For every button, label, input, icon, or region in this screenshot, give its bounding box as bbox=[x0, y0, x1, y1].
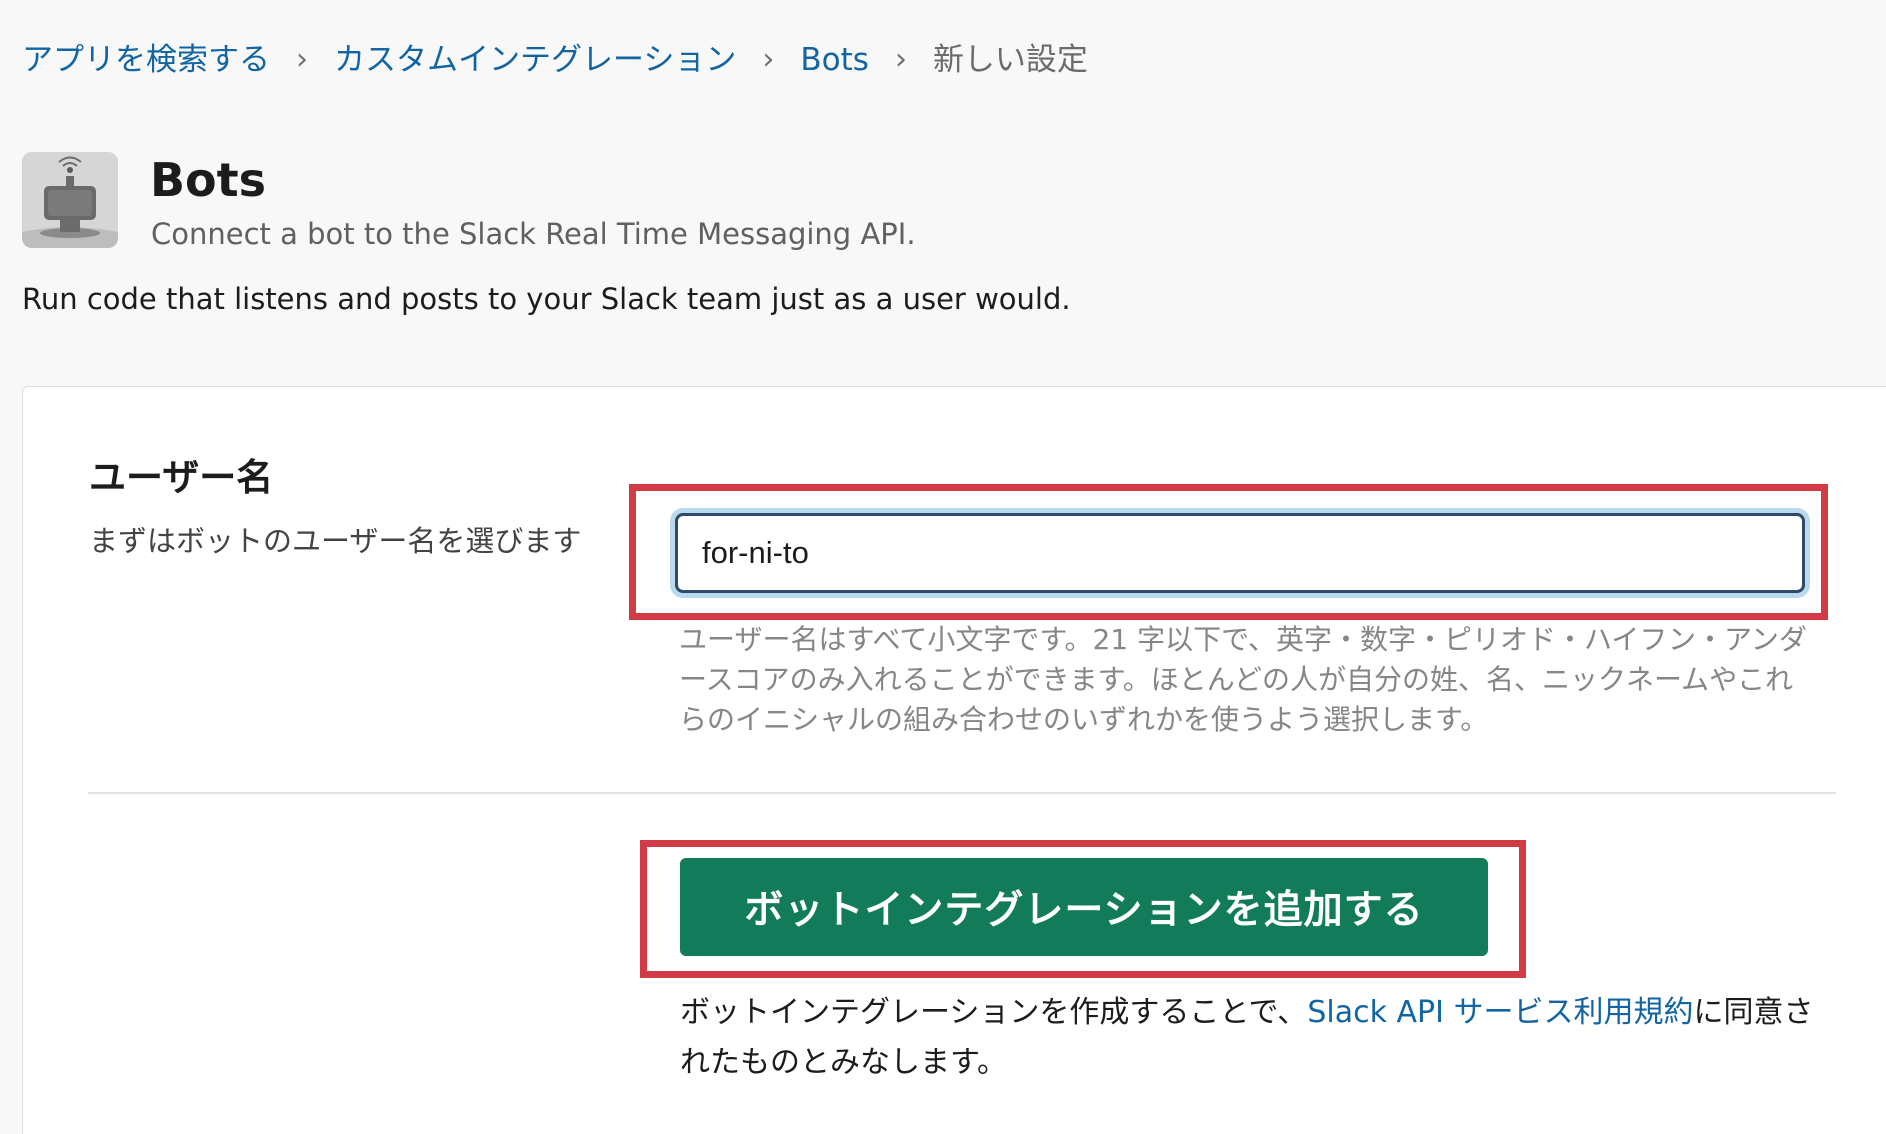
username-hint: ユーザー名はすべて小文字です。21 字以下で、英字・数字・ピリオド・ハイフン・ア… bbox=[679, 623, 1807, 736]
chevron-right-icon: › bbox=[894, 42, 907, 77]
breadcrumb: アプリを検索する › カスタムインテグレーション › Bots › 新しい設定 bbox=[22, 38, 1088, 82]
chevron-right-icon: › bbox=[296, 42, 308, 77]
bot-icon bbox=[22, 152, 118, 248]
terms-link[interactable]: Slack API サービス利用規約 bbox=[1307, 995, 1693, 1030]
page: アプリを検索する › カスタムインテグレーション › Bots › 新しい設定 … bbox=[0, 0, 1886, 1134]
terms-prefix: ボットインテグレーションを作成することで、 bbox=[680, 995, 1308, 1030]
username-help: まずはボットのユーザー名を選びます bbox=[89, 524, 582, 558]
breadcrumb-current: 新しい設定 bbox=[932, 42, 1088, 78]
breadcrumb-bots[interactable]: Bots bbox=[800, 38, 869, 82]
breadcrumb-custom-integrations[interactable]: カスタムインテグレーション bbox=[334, 38, 736, 82]
app-description: Run code that listens and posts to your … bbox=[22, 282, 1071, 316]
app-subtitle: Connect a bot to the Slack Real Time Mes… bbox=[151, 217, 916, 251]
add-bot-integration-button[interactable]: ボットインテグレーションを追加する bbox=[680, 858, 1488, 956]
terms-text: ボットインテグレーションを作成することで、Slack API サービス利用規約に… bbox=[680, 988, 1820, 1088]
app-title: Bots bbox=[150, 153, 267, 207]
username-input[interactable] bbox=[675, 513, 1805, 593]
breadcrumb-search-apps[interactable]: アプリを検索する bbox=[22, 38, 270, 82]
username-label: ユーザー名 bbox=[89, 456, 274, 499]
divider bbox=[88, 792, 1836, 794]
chevron-right-icon: › bbox=[762, 42, 775, 77]
